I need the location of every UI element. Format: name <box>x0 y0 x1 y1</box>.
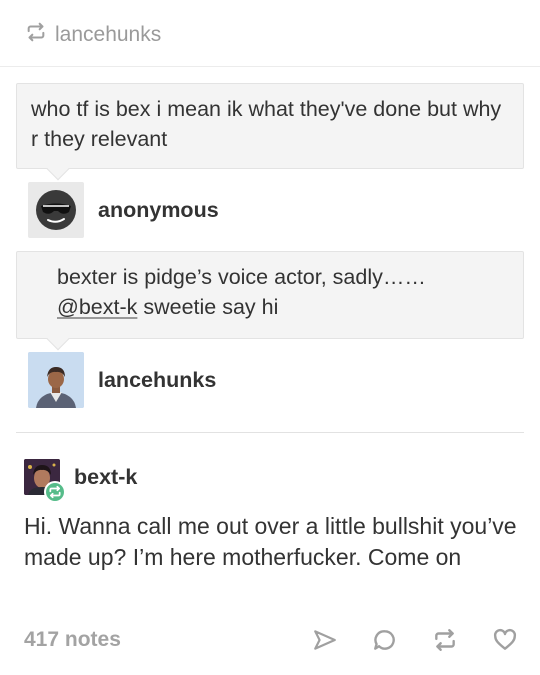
reblog-icon <box>25 21 47 49</box>
anonymous-sunglasses-icon <box>28 182 84 238</box>
post-divider <box>16 432 524 433</box>
post-actions <box>310 625 520 655</box>
notes-count[interactable]: 417 notes <box>24 628 310 652</box>
like-icon[interactable] <box>490 625 520 655</box>
ask-question-text: who tf is bex i mean ik what they've don… <box>31 97 502 151</box>
reply-icon[interactable] <box>370 625 400 655</box>
post-body-text: Hi. Wanna call me out over a little bull… <box>24 513 517 570</box>
reblog-icon[interactable] <box>430 625 460 655</box>
mention-link[interactable]: @bext-k <box>57 295 137 319</box>
header-divider <box>0 66 540 67</box>
answer-text-rest: sweetie say hi <box>137 295 279 319</box>
post-author[interactable]: bext-k <box>24 457 137 503</box>
reblog-icon <box>44 481 66 503</box>
asker-anonymous[interactable]: anonymous <box>28 182 219 238</box>
reblogged-from-username[interactable]: lancehunks <box>55 23 161 47</box>
answer-author-name[interactable]: lancehunks <box>98 368 216 393</box>
answer-text-line1: bexter is pidge’s voice actor, sadly…… <box>57 265 426 289</box>
avatar <box>28 352 84 408</box>
bubble-tail <box>46 157 70 181</box>
avatar <box>24 459 66 503</box>
answer-bubble: bexter is pidge’s voice actor, sadly…… @… <box>16 251 524 351</box>
post-footer: 417 notes <box>24 620 520 660</box>
reblog-header[interactable]: lancehunks <box>25 18 161 52</box>
asker-name[interactable]: anonymous <box>98 198 219 223</box>
bubble-tail <box>46 327 70 351</box>
share-icon[interactable] <box>310 625 340 655</box>
answer-author[interactable]: lancehunks <box>28 352 216 408</box>
ask-question-bubble: who tf is bex i mean ik what they've don… <box>16 83 524 181</box>
post-author-name[interactable]: bext-k <box>74 465 137 490</box>
answer-text-line2: @bext-k sweetie say hi <box>57 292 483 322</box>
